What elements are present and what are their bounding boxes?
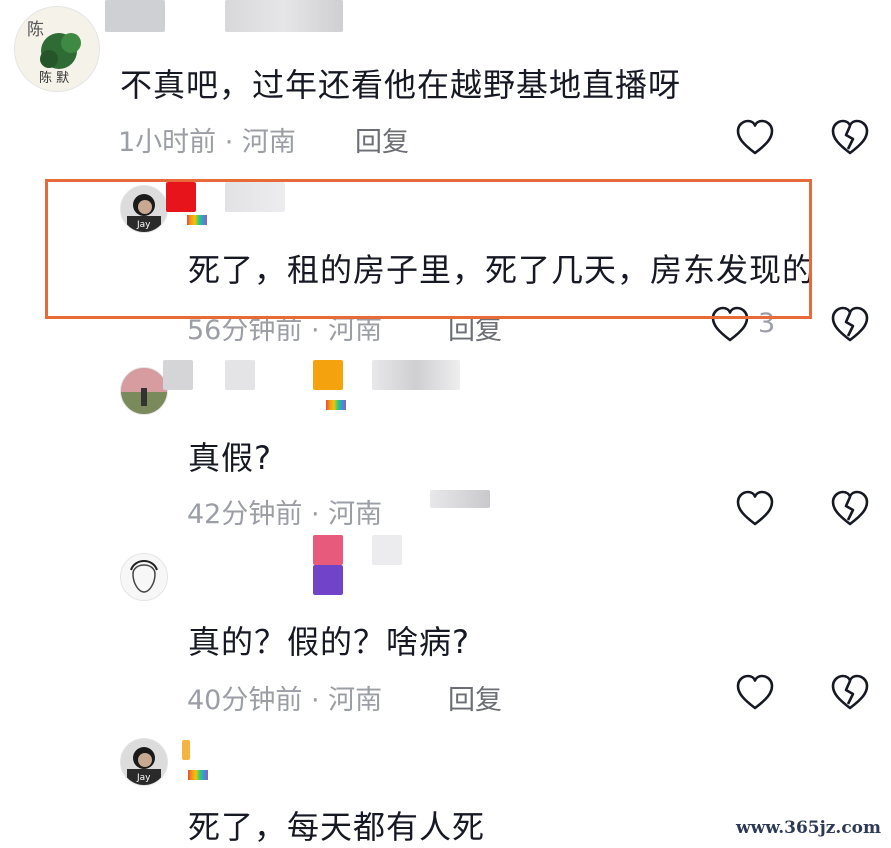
broken-heart-icon: [831, 306, 869, 342]
level-badge: [326, 400, 346, 410]
username-blur: [163, 360, 193, 390]
avatar-seal: 陈: [27, 20, 44, 40]
like-button[interactable]: [733, 671, 777, 715]
dislike-button[interactable]: [828, 671, 872, 715]
like-button[interactable]: [733, 116, 777, 160]
username-blur: [372, 360, 460, 390]
avatar[interactable]: [120, 367, 168, 415]
username-blur: [313, 535, 343, 565]
reply-button[interactable]: 回复: [448, 308, 502, 347]
comment-meta: 1小时前 · 河南: [118, 127, 296, 158]
avatar-image: [121, 368, 167, 414]
comment-text: 不真吧，过年还看他在越野基地直播呀: [120, 66, 682, 104]
avatar-tag: Jay: [137, 773, 151, 783]
dislike-button[interactable]: [828, 303, 872, 347]
level-badge: [188, 770, 208, 780]
level-badge: [187, 215, 207, 225]
avatar-tag: Jay: [137, 220, 151, 230]
watermark: www.365jz.com: [736, 818, 881, 838]
heart-icon: [736, 674, 774, 710]
comment-text: 死了，每天都有人死: [188, 808, 486, 846]
username-blur: [166, 182, 196, 212]
username-blur: [313, 360, 343, 390]
comment-text: 真假?: [188, 439, 272, 477]
reply-button[interactable]: 回复: [355, 120, 409, 159]
broken-heart-icon: [831, 490, 869, 526]
heart-icon: [736, 119, 774, 155]
like-count: 3: [758, 308, 776, 339]
username-blur: [313, 565, 343, 595]
username-blur: [225, 0, 343, 32]
heart-icon: [711, 306, 749, 342]
comment-3: 真假? 42分钟前 · 河南: [0, 355, 891, 535]
comment-text: 死了，租的房子里，死了几天，房东发现的: [188, 251, 816, 289]
comment-1: 陈 陈 默 不真吧，过年还看他在越野基地直播呀 1小时前 · 河南 回复: [0, 0, 891, 170]
comment-text: 真的？假的？啥病?: [188, 623, 470, 661]
avatar[interactable]: Jay: [120, 185, 168, 233]
heart-icon: [736, 490, 774, 526]
username-blur: [225, 360, 255, 390]
broken-heart-icon: [831, 119, 869, 155]
comment-meta: 56分钟前 · 河南: [187, 315, 383, 346]
avatar[interactable]: [120, 553, 168, 601]
username-blur: [225, 182, 285, 212]
comment-meta: 40分钟前 · 河南: [187, 685, 383, 716]
like-button[interactable]: [733, 487, 777, 531]
blurred-region: [430, 490, 490, 508]
reply-button[interactable]: 回复: [448, 678, 502, 717]
avatar-image: [130, 560, 158, 593]
avatar[interactable]: 陈 陈 默: [14, 6, 100, 92]
broken-heart-icon: [831, 674, 869, 710]
avatar[interactable]: Jay: [120, 738, 168, 786]
comment-2: Jay 死了，租的房子里，死了几天，房东发现的 56分钟前 · 河南 回复 3: [0, 175, 891, 355]
comment-4: 真的？假的？啥病? 40分钟前 · 河南 回复: [0, 535, 891, 730]
username-blur: [372, 535, 402, 565]
avatar-caption: 陈 默: [39, 71, 70, 86]
comment-meta: 42分钟前 · 河南: [187, 499, 383, 530]
dislike-button[interactable]: [828, 116, 872, 160]
username-blur: [182, 740, 190, 760]
username-blur: [105, 0, 165, 32]
dislike-button[interactable]: [828, 487, 872, 531]
like-button[interactable]: [708, 303, 752, 347]
